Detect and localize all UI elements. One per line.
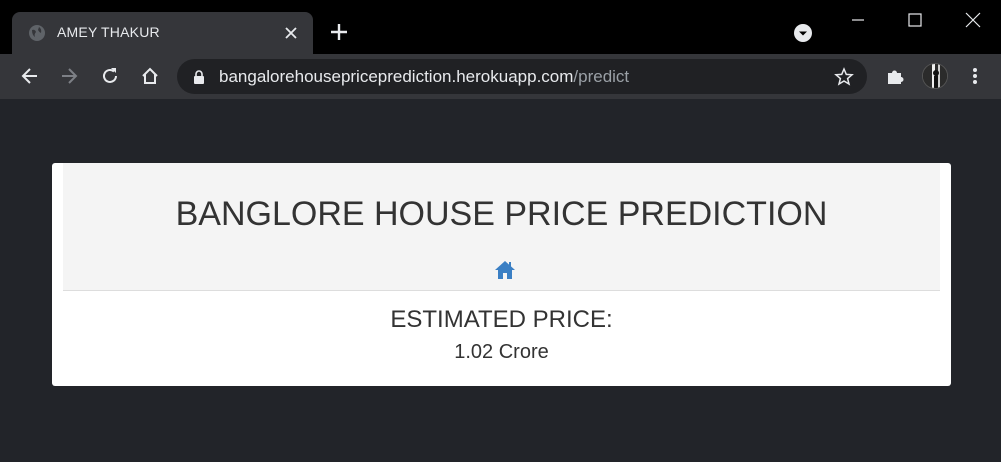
forward-arrow-icon[interactable] [58,65,80,87]
profile-avatar[interactable] [922,63,948,89]
tab-close-button[interactable] [282,24,300,42]
back-arrow-icon[interactable] [19,65,41,87]
browser-tab[interactable]: AMEY THAKUR [12,12,313,54]
estimated-price-value: 1.02 Crore [454,341,549,363]
address-bar[interactable]: bangalorehousepriceprediction.herokuapp.… [177,59,867,94]
url-path: /predict [573,67,630,86]
card-header: BANGLORE HOUSE PRICE PREDICTION [63,163,940,291]
url-host: bangalorehousepriceprediction.herokuapp.… [219,67,574,86]
estimated-price-label: ESTIMATED PRICE: [390,306,613,333]
kebab-menu-icon[interactable] [964,65,986,87]
new-tab-plus-icon[interactable] [328,21,350,43]
lock-icon[interactable] [193,70,205,84]
tab-title: AMEY THAKUR [57,24,160,40]
globe-icon [29,25,45,41]
browser-toolbar: bangalorehousepriceprediction.herokuapp.… [0,54,1001,99]
minimize-icon[interactable] [848,10,868,30]
home-icon[interactable] [494,259,516,281]
result-card: BANGLORE HOUSE PRICE PREDICTION ESTIMATE… [52,163,951,386]
close-window-icon[interactable] [963,10,983,30]
url-text[interactable]: bangalorehousepriceprediction.herokuapp.… [219,67,629,87]
tab-search-dropdown-icon[interactable] [793,23,813,43]
home-button-icon[interactable] [139,65,161,87]
reload-icon[interactable] [99,65,121,87]
close-icon [285,27,297,39]
maximize-icon[interactable] [905,10,925,30]
page-title: BANGLORE HOUSE PRICE PREDICTION [175,195,828,233]
page-viewport: BANGLORE HOUSE PRICE PREDICTION ESTIMATE… [0,99,1001,462]
browser-titlebar: AMEY THAKUR [0,0,1001,54]
bookmark-star-icon[interactable] [834,67,854,87]
profile-avatar-image [923,64,947,88]
extensions-puzzle-icon[interactable] [884,65,906,87]
